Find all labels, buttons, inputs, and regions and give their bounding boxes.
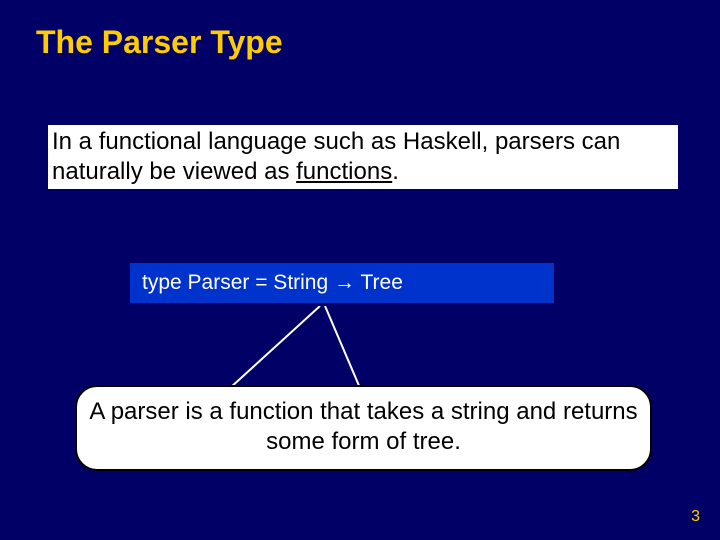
callout-box: A parser is a function that takes a stri… [75, 385, 652, 471]
code-box: type Parser = String → Tree [130, 263, 554, 303]
body-post: . [392, 158, 399, 185]
code-post: Tree [355, 271, 403, 294]
connector-line [210, 306, 380, 390]
body-underlined: functions [296, 158, 392, 185]
code-pre: type Parser = String [142, 271, 334, 294]
body-paragraph: In a functional language such as Haskell… [48, 125, 678, 189]
page-number: 3 [691, 508, 700, 526]
slide-title: The Parser Type [36, 24, 283, 61]
arrow-icon: → [334, 271, 355, 294]
